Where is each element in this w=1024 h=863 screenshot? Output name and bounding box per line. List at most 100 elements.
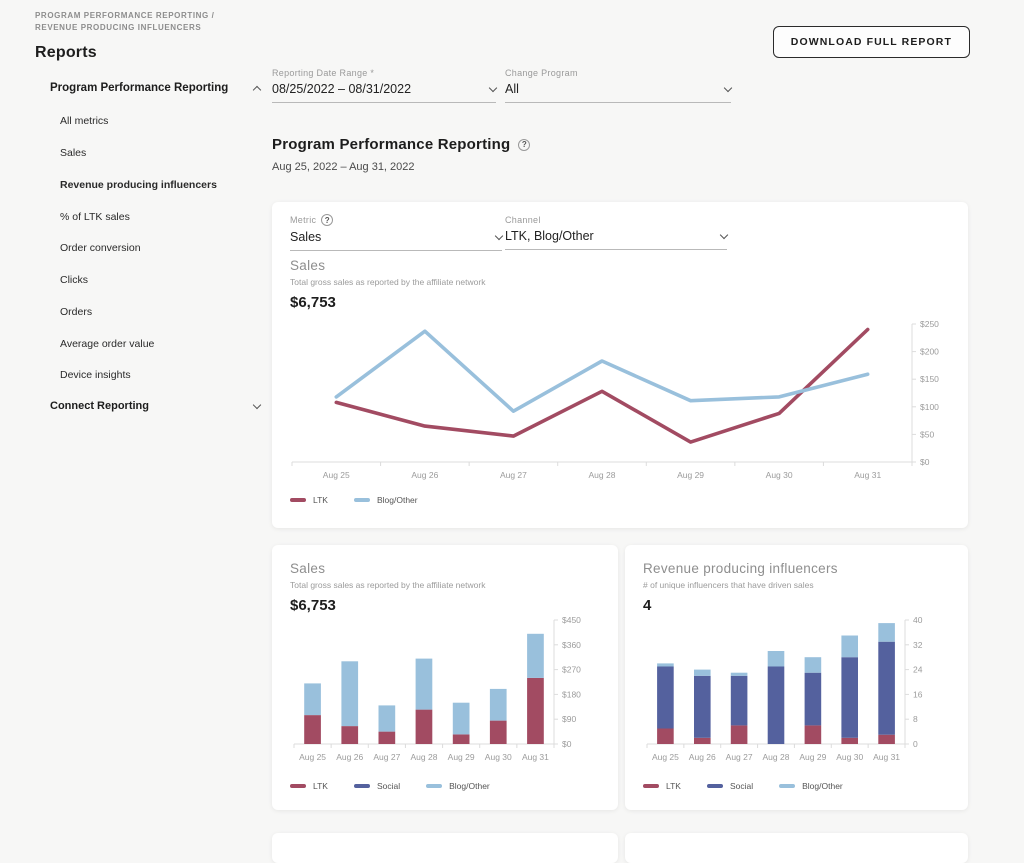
sidebar-item-all-metrics[interactable]: All metrics — [60, 115, 250, 127]
legend-swatch — [643, 784, 659, 788]
influencers-stacked-bar-chart: 0816243240Aug 25Aug 26Aug 27Aug 28Aug 29… — [637, 610, 947, 768]
svg-text:Aug 31: Aug 31 — [854, 470, 881, 480]
svg-text:$270: $270 — [562, 665, 581, 675]
legend-swatch — [354, 784, 370, 788]
help-icon[interactable]: ? — [518, 139, 530, 151]
svg-text:0: 0 — [913, 739, 918, 749]
sidebar-item-order-conversion[interactable]: Order conversion — [60, 242, 250, 254]
legend-label: Social — [730, 781, 753, 791]
sidebar-item-clicks[interactable]: Clicks — [60, 274, 250, 286]
download-full-report-button[interactable]: Download Full Report — [773, 26, 970, 58]
svg-text:$200: $200 — [920, 347, 939, 357]
legend-item-social: Social — [354, 781, 400, 791]
chevron-down-icon — [489, 83, 497, 91]
help-icon[interactable]: ? — [321, 214, 333, 226]
sales-stacked-bar-chart: $0$90$180$270$360$450Aug 25Aug 26Aug 27A… — [284, 610, 596, 768]
metric-select[interactable]: Metric ? Sales — [290, 214, 502, 251]
chart-subtitle: Total gross sales as reported by the aff… — [290, 580, 600, 590]
legend-swatch — [707, 784, 723, 788]
chevron-down-icon — [720, 230, 728, 238]
sidebar-item-average-order-value[interactable]: Average order value — [60, 338, 250, 350]
sidebar-item-orders[interactable]: Orders — [60, 306, 250, 318]
legend-item-ltk: LTK — [290, 781, 328, 791]
sidebar-section-label: Program Performance Reporting — [50, 82, 228, 94]
channel-label: Channel — [505, 215, 541, 225]
svg-text:$250: $250 — [920, 319, 939, 329]
svg-text:Aug 26: Aug 26 — [336, 752, 363, 762]
svg-text:$0: $0 — [920, 457, 930, 467]
legend-item-blog-other: Blog/Other — [426, 781, 490, 791]
svg-text:$50: $50 — [920, 429, 934, 439]
change-program-value: All — [505, 82, 519, 96]
reporting-date-range-value: 08/25/2022 – 08/31/2022 — [272, 82, 411, 96]
channel-select[interactable]: Channel LTK, Blog/Other — [505, 214, 727, 250]
breadcrumb: Program Performance Reporting / Revenue … — [35, 10, 250, 35]
svg-text:Aug 30: Aug 30 — [485, 752, 512, 762]
svg-text:Aug 25: Aug 25 — [323, 470, 350, 480]
svg-text:Aug 28: Aug 28 — [411, 752, 438, 762]
sidebar-item-device-insights[interactable]: Device insights — [60, 369, 250, 381]
chart-total-value: $6,753 — [290, 294, 485, 311]
svg-text:Aug 25: Aug 25 — [652, 752, 679, 762]
report-title: Program Performance Reporting ? — [272, 136, 530, 153]
chevron-down-icon — [495, 231, 503, 239]
legend-item-blog-other: Blog/Other — [354, 495, 418, 505]
svg-text:Aug 27: Aug 27 — [500, 470, 527, 480]
svg-text:8: 8 — [913, 714, 918, 724]
sidebar-item-revenue-producing-influencers[interactable]: Revenue producing influencers — [60, 179, 250, 191]
svg-text:$100: $100 — [920, 402, 939, 412]
legend-swatch — [290, 498, 306, 502]
legend-swatch — [354, 498, 370, 502]
svg-text:Aug 30: Aug 30 — [766, 470, 793, 480]
legend-label: Blog/Other — [377, 495, 418, 505]
sales-bar-card: Sales Total gross sales as reported by t… — [272, 545, 618, 810]
legend-swatch — [426, 784, 442, 788]
channel-value: LTK, Blog/Other — [505, 229, 594, 243]
svg-text:Aug 26: Aug 26 — [411, 470, 438, 480]
sales-trend-card: Metric ? Sales Channel LTK, Blog/Other S… — [272, 202, 968, 528]
sidebar-item-sales[interactable]: Sales — [60, 147, 250, 159]
legend-swatch — [779, 784, 795, 788]
chevron-up-icon — [253, 85, 261, 93]
reporting-date-range-select[interactable]: Reporting Date Range * 08/25/2022 – 08/3… — [272, 68, 496, 103]
svg-text:40: 40 — [913, 615, 923, 625]
svg-text:Aug 27: Aug 27 — [726, 752, 753, 762]
sidebar-section-connect-reporting[interactable]: Connect Reporting — [50, 400, 260, 412]
svg-text:24: 24 — [913, 665, 923, 675]
svg-text:Aug 31: Aug 31 — [522, 752, 549, 762]
sidebar-section-program-performance-reporting[interactable]: Program Performance Reporting — [50, 82, 260, 94]
svg-text:$150: $150 — [920, 374, 939, 384]
svg-text:Aug 31: Aug 31 — [873, 752, 900, 762]
chart-legend: LTK Social Blog/Other — [643, 781, 843, 791]
legend-label: LTK — [666, 781, 681, 791]
chart-title: Sales — [290, 561, 600, 576]
svg-text:Aug 30: Aug 30 — [836, 752, 863, 762]
sidebar-section-label: Connect Reporting — [50, 400, 149, 412]
reporting-date-range-label: Reporting Date Range * — [272, 68, 496, 78]
report-title-text: Program Performance Reporting — [272, 136, 510, 153]
legend-label: Blog/Other — [449, 781, 490, 791]
legend-item-blog-other: Blog/Other — [779, 781, 843, 791]
legend-swatch — [290, 784, 306, 788]
svg-text:$0: $0 — [562, 739, 572, 749]
page-title: Reports — [35, 44, 97, 62]
metric-value: Sales — [290, 230, 321, 244]
card-partial — [625, 833, 968, 863]
svg-text:Aug 25: Aug 25 — [299, 752, 326, 762]
change-program-select[interactable]: Change Program All — [505, 68, 731, 103]
legend-label: Blog/Other — [802, 781, 843, 791]
svg-text:$90: $90 — [562, 714, 576, 724]
chevron-down-icon — [253, 400, 261, 408]
card-partial — [272, 833, 618, 863]
influencers-bar-card: Revenue producing influencers # of uniqu… — [625, 545, 968, 810]
chart-subtitle: Total gross sales as reported by the aff… — [290, 277, 485, 287]
svg-text:$180: $180 — [562, 689, 581, 699]
legend-label: LTK — [313, 781, 328, 791]
legend-label: Social — [377, 781, 400, 791]
sidebar-item-percent-of-ltk-sales[interactable]: % of LTK sales — [60, 211, 250, 223]
svg-text:Aug 28: Aug 28 — [763, 752, 790, 762]
svg-text:Aug 26: Aug 26 — [689, 752, 716, 762]
legend-item-social: Social — [707, 781, 753, 791]
legend-label: LTK — [313, 495, 328, 505]
svg-text:$360: $360 — [562, 640, 581, 650]
